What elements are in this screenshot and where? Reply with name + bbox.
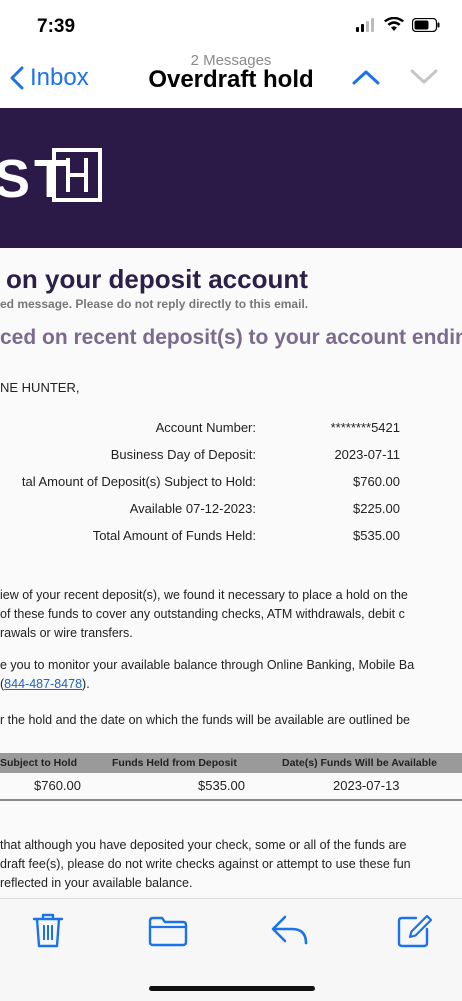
header-subject-to-hold: Subject to Hold xyxy=(0,757,77,769)
cell-subject-to-hold: $760.00 xyxy=(34,778,81,793)
wifi-icon xyxy=(384,17,404,31)
hold-table-divider xyxy=(0,799,462,801)
next-message-button[interactable] xyxy=(410,68,438,86)
status-bar: 7:39 xyxy=(0,0,462,50)
mail-nav-bar: 2 Messages Inbox Overdraft hold xyxy=(0,50,462,108)
paragraph-line: reflected in your available balance. xyxy=(0,876,193,890)
battery-icon xyxy=(412,17,440,32)
hold-table-row: $760.00 $535.00 2023-07-13 xyxy=(0,773,462,799)
paragraph-line: (844-487-8478). xyxy=(0,677,90,691)
email-heading: on your deposit account xyxy=(6,264,308,294)
previous-message-button[interactable] xyxy=(352,68,380,86)
reply-icon[interactable] xyxy=(270,913,310,947)
header-funds-available-date: Date(s) Funds Will be Available xyxy=(282,757,437,769)
detail-label: Business Day of Deposit: xyxy=(110,447,256,462)
hold-explanation-paragraph: iew of your recent deposit(s), we found … xyxy=(0,586,408,643)
mail-toolbar xyxy=(0,898,462,1001)
detail-value: ********5421 xyxy=(330,420,400,435)
detail-value: $760.00 xyxy=(353,474,400,489)
detail-label: tal Amount of Deposit(s) Subject to Hold… xyxy=(21,474,256,489)
cell-funds-held: $535.00 xyxy=(198,778,245,793)
detail-value: $225.00 xyxy=(353,501,400,516)
detail-row: Business Day of Deposit: 2023-07-11 xyxy=(0,447,462,471)
status-time: 7:39 xyxy=(37,16,76,37)
home-indicator[interactable] xyxy=(149,986,315,991)
signal-icon xyxy=(356,17,374,32)
paragraph-line: iew of your recent deposit(s), we found … xyxy=(0,588,408,602)
paragraph-line: that although you have deposited your ch… xyxy=(0,838,407,852)
no-reply-note: ed message. Please do not reply directly… xyxy=(0,297,309,311)
detail-row: tal Amount of Deposit(s) Subject to Hold… xyxy=(0,474,462,498)
bank-logo-mark-icon xyxy=(52,148,102,202)
email-body[interactable]: ST on your deposit account ed message. P… xyxy=(0,108,462,898)
nav-title: Overdraft hold xyxy=(148,66,314,93)
compose-icon[interactable] xyxy=(396,913,434,949)
monitor-balance-paragraph: e you to monitor your available balance … xyxy=(0,656,414,694)
detail-label: Total Amount of Funds Held: xyxy=(92,528,256,543)
funds-notice-paragraph: that although you have deposited your ch… xyxy=(0,836,411,893)
hold-table-header: Subject to Hold Funds Held from Deposit … xyxy=(0,753,462,773)
paragraph-line: e you to monitor your available balance … xyxy=(0,658,415,672)
detail-row: Total Amount of Funds Held: $535.00 xyxy=(0,528,462,552)
email-subheading: ced on recent deposit(s) to your account… xyxy=(0,326,462,349)
bank-banner: ST xyxy=(0,108,462,248)
cell-available-date: 2023-07-13 xyxy=(333,778,400,793)
header-funds-held: Funds Held from Deposit xyxy=(112,757,237,769)
detail-value: 2023-07-11 xyxy=(334,447,400,462)
greeting: NE HUNTER, xyxy=(0,380,80,395)
detail-value: $535.00 xyxy=(353,528,400,543)
detail-label: Available 07-12-2023: xyxy=(129,501,256,516)
hold-outline-paragraph: r the hold and the date on which the fun… xyxy=(0,713,411,727)
detail-row: Available 07-12-2023: $225.00 xyxy=(0,501,462,525)
paragraph-line: of these funds to cover any outstanding … xyxy=(0,607,405,621)
trash-icon[interactable] xyxy=(30,911,66,949)
phone-link[interactable]: 844-487-8478 xyxy=(4,677,82,691)
detail-row: Account Number: ********5421 xyxy=(0,420,462,444)
folder-icon[interactable] xyxy=(148,915,188,947)
paragraph-line: draft fee(s), please do not write checks… xyxy=(0,857,411,871)
status-icons xyxy=(356,17,440,32)
detail-label: Account Number: xyxy=(155,420,256,435)
paragraph-line: rawals or wire transfers. xyxy=(0,626,133,640)
